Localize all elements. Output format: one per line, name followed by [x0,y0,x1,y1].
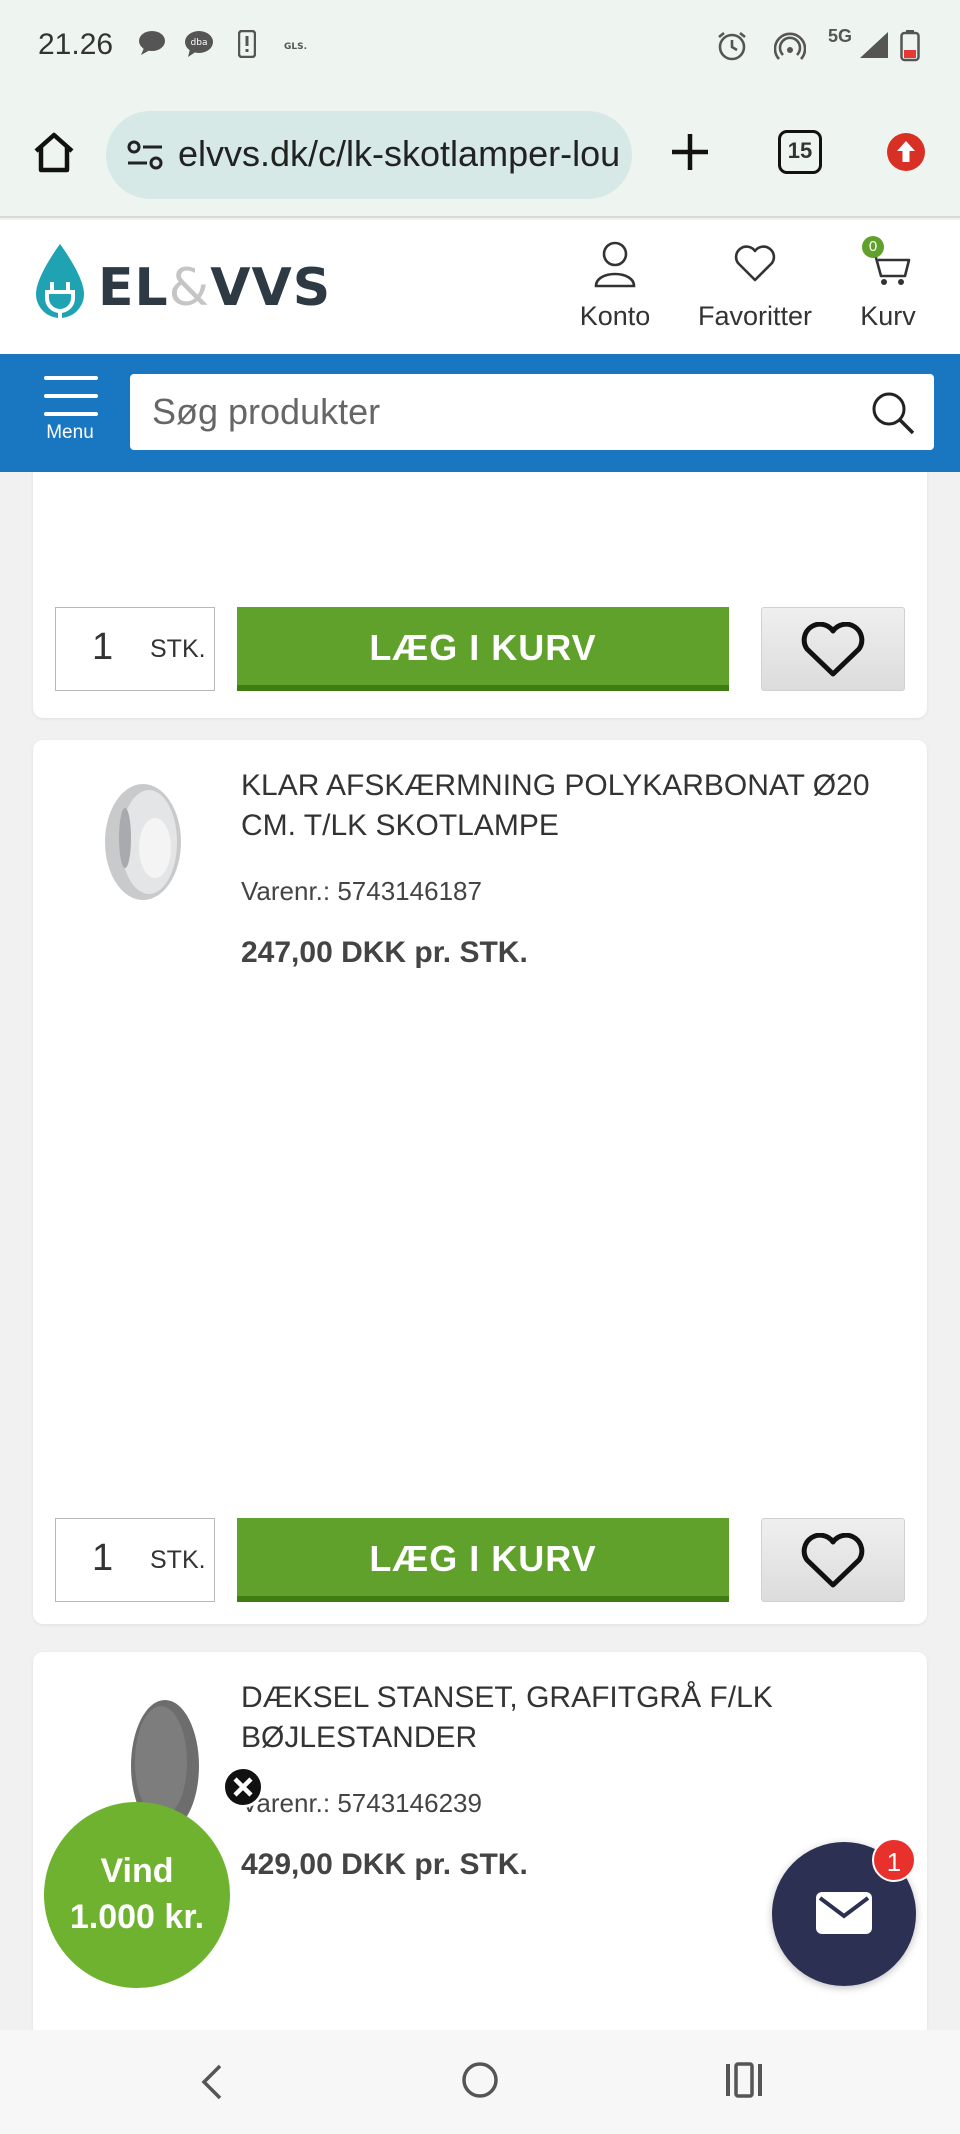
status-time: 21.26 [38,28,114,61]
site-header: EL&VVS Konto Favoritter Kurv 0 [0,220,960,354]
alert-notification-icon [237,29,257,63]
quantity-unit: STK. [150,1546,206,1574]
add-to-cart-button[interactable]: LÆG I KURV [237,1518,729,1602]
add-to-favorites-button[interactable] [761,607,905,691]
search-input[interactable]: Søg produkter [130,374,934,450]
quantity-input[interactable]: 1 STK. [55,607,215,691]
hamburger-icon [44,376,98,380]
add-to-cart-button[interactable]: LÆG I KURV [237,607,729,691]
quantity-value: 1 [92,1537,114,1579]
hamburger-line [44,412,98,416]
home-icon[interactable] [32,130,76,179]
close-icon [233,1777,253,1797]
menu-button[interactable]: Menu [30,372,110,452]
hotspot-icon [773,30,807,67]
heart-icon [801,622,865,677]
promo-bubble[interactable]: Vind 1.000 kr. [44,1802,230,1988]
battery-icon [900,30,922,67]
favorites-link[interactable]: Favoritter [690,240,820,332]
cart-count-badge: 0 [862,236,884,258]
logo-ampersand: & [168,258,211,318]
dba-notification-icon: dba [184,30,214,63]
quantity-input[interactable]: 1 STK. [55,1518,215,1602]
site-logo[interactable]: EL&VVS [98,258,331,318]
product-price: 247,00 DKK pr. STK. [241,936,528,969]
user-icon [594,241,636,288]
add-to-favorites-button[interactable] [761,1518,905,1602]
product-title[interactable]: DÆKSEL STANSET, GRAFITGRÅ F/LK BØJLESTAN… [241,1678,901,1758]
svg-text:dba: dba [191,38,208,48]
quantity-unit: STK. [150,635,206,663]
gls-notification-icon: GLS. [284,38,310,56]
recent-apps-icon[interactable] [724,2062,764,2103]
logo-el: EL [98,258,169,318]
back-icon[interactable] [198,2062,226,2107]
product-title[interactable]: KLAR AFSKÆRMNING POLYKARBONAT Ø20 CM. T/… [241,766,901,846]
menu-label: Menu [46,422,94,443]
product-image[interactable] [55,768,239,918]
search-icon[interactable] [870,390,916,441]
browser-toolbar: elvvs.dk/c/lk-skotlamper-lou 15 [0,92,960,218]
account-link[interactable]: Konto [572,240,658,332]
network-type: 5G [828,26,853,46]
account-label: Konto [579,301,651,331]
site-settings-icon[interactable] [126,139,164,176]
product-list: 1 STK. LÆG I KURV KLAR AFSKÆRMNING POLYK… [0,472,960,2030]
product-sku: Varenr.: 5743146187 [241,876,482,906]
promo-line-2: 1.000 kr. [69,1898,205,1936]
new-tab-icon[interactable] [670,132,710,177]
hamburger-line [44,394,98,398]
url-text: elvvs.dk/c/lk-skotlamper-lou [178,133,621,174]
product-price: 429,00 DKK pr. STK. [241,1848,528,1881]
chat-notification-icon [138,30,166,61]
cart-label: Kurv [860,301,916,331]
tab-switcher-button[interactable]: 15 [778,130,822,174]
elvvs-logo-icon[interactable] [32,242,88,327]
favorites-label: Favoritter [697,301,813,331]
product-sku: Varenr.: 5743146239 [241,1788,482,1818]
home-nav-icon[interactable] [460,2060,500,2105]
mail-icon [816,1892,872,1939]
search-placeholder: Søg produkter [152,391,381,432]
status-bar: 21.26 dba GLS. 5G [0,0,960,92]
product-card: 1 STK. LÆG I KURV [33,472,927,718]
product-card: KLAR AFSKÆRMNING POLYKARBONAT Ø20 CM. T/… [33,740,927,1624]
chat-notification-badge: 1 [872,1838,916,1882]
cart-link[interactable]: Kurv 0 [852,236,924,332]
svg-text:GLS.: GLS. [284,42,307,51]
quantity-value: 1 [92,626,114,668]
heart-icon [801,1533,865,1588]
logo-vvs: VVS [210,258,332,318]
promo-line-1: Vind [100,1852,174,1890]
address-bar[interactable]: elvvs.dk/c/lk-skotlamper-lou [106,111,632,199]
system-navigation-bar [0,2030,960,2134]
heart-icon [734,245,776,282]
alarm-icon [716,30,748,67]
close-promo-button[interactable] [222,1766,264,1808]
search-bar-row: Menu Søg produkter [0,354,960,472]
signal-icon [858,30,890,65]
update-icon[interactable] [886,132,926,177]
